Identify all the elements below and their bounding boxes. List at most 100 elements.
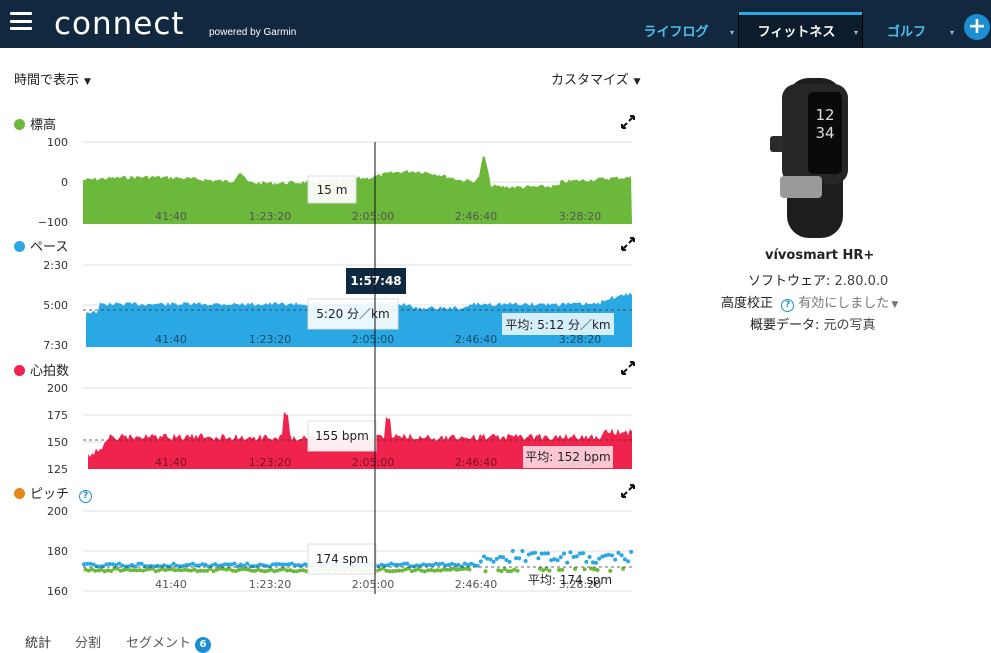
elevation-tooltip-text: 15 m [317, 183, 348, 197]
software-row: ソフトウェア: 2.80.0.0 [748, 270, 888, 289]
cadence-point [533, 550, 538, 555]
heart-rate-tooltip-text: 155 bpm [315, 429, 369, 443]
cadence-point [562, 551, 566, 556]
device-screen-minute: 34 [815, 124, 834, 142]
cadence-point [501, 555, 506, 560]
cadence-point [582, 567, 587, 572]
cadence-point [109, 569, 114, 573]
summary-row: 概要データ: 元の写真 [750, 314, 876, 333]
tab-fitness[interactable]: フィットネス ▾ [739, 12, 862, 48]
x-tick-label: 2:46:40 [455, 456, 497, 469]
segments-count-badge: 6 [195, 637, 212, 653]
y-tick-label: 100 [47, 136, 68, 149]
x-tick-label: 2:05:00 [352, 578, 394, 591]
cadence-point [515, 568, 520, 573]
tab-splits[interactable]: 分割 [75, 632, 101, 651]
x-tick-label: 41:40 [155, 578, 187, 591]
x-tick-label: 2:46:40 [455, 578, 497, 591]
cadence-point [560, 567, 565, 572]
cadence-point [574, 554, 579, 559]
heart-rate-average-text: 平均: 152 bpm [525, 450, 611, 464]
chevron-down-icon[interactable]: ▾ [950, 15, 954, 51]
cadence-tooltip-text: 174 spm [316, 552, 368, 566]
x-tick-label: 1:23:20 [249, 456, 291, 469]
x-tick-label: 3:28:20 [559, 210, 601, 223]
cadence-point [573, 566, 578, 571]
summary-value: 元の写真 [823, 318, 876, 333]
cadence-point [488, 557, 493, 562]
activity-charts[interactable]: 100 0 −100 41:40 1:23:20 2:05:00 2:46:40… [0, 0, 640, 620]
x-tick-label: 2:46:40 [455, 210, 497, 223]
y-tick-label: 160 [47, 585, 68, 598]
device-image: 12 34 [770, 78, 848, 238]
help-icon[interactable]: ? [781, 299, 795, 312]
cadence-point [133, 564, 138, 569]
cadence-point [619, 553, 624, 558]
tab-golf-label: ゴルフ [886, 25, 926, 40]
cadence-point [546, 551, 550, 556]
tab-segments-label: セグメント [126, 636, 192, 651]
device-name: vívosmart HR+ [765, 248, 875, 263]
cadence-point [587, 555, 592, 559]
altitude-value: 有効にしました [798, 296, 890, 311]
chevron-down-icon[interactable]: ▾ [730, 15, 734, 51]
x-tick-label: 2:05:00 [352, 333, 394, 346]
cursor-time-text: 1:57:48 [350, 274, 401, 288]
x-tick-label: 1:23:20 [249, 333, 291, 346]
cadence-point [467, 567, 472, 572]
cadence-point [491, 559, 496, 564]
cadence-chart: 200 180 160 41:40 1:23:20 2:05:00 2:46:4… [47, 505, 634, 598]
device-buckle [780, 176, 822, 198]
cadence-point [245, 561, 250, 566]
chevron-down-icon[interactable]: ▾ [854, 15, 858, 51]
summary-label: 概要データ: [750, 318, 820, 333]
x-tick-label: 41:40 [155, 210, 187, 223]
cadence-point [478, 559, 483, 564]
pace-chart: 2:30 5:00 7:30 41:40 1:23:20 2:05:00 2:4… [43, 259, 632, 352]
cadence-point [629, 549, 634, 554]
cadence-point [523, 559, 528, 563]
y-tick-label: 200 [47, 382, 68, 395]
cadence-point [520, 549, 525, 553]
cadence-point [616, 550, 621, 555]
y-tick-label: 125 [47, 463, 68, 476]
x-tick-label: 1:23:20 [249, 578, 291, 591]
altitude-value-dropdown[interactable]: 有効にしました ▼ [798, 296, 898, 311]
tab-fitness-label: フィットネス [757, 25, 836, 40]
y-tick-label: 150 [47, 436, 68, 449]
heart-rate-chart: 200 175 150 125 41:40 1:23:20 2:05:00 2:… [47, 382, 632, 476]
cadence-point [555, 558, 560, 563]
tab-stats[interactable]: 統計 [25, 632, 51, 651]
cadence-point [568, 550, 573, 555]
cadence-point [517, 556, 522, 561]
software-value: 2.80.0.0 [834, 274, 889, 289]
tab-segments[interactable]: セグメント 6 [126, 632, 212, 653]
tab-golf[interactable]: ゴルフ ▾ [863, 12, 958, 48]
y-tick-label: −100 [38, 216, 68, 229]
cadence-point [232, 561, 237, 566]
cadence-point [584, 559, 589, 564]
cadence-point [139, 561, 144, 566]
cadence-point [536, 556, 541, 561]
y-tick-label: 7:30 [43, 339, 68, 352]
x-tick-label: 2:05:00 [352, 456, 394, 469]
cadence-point [565, 560, 570, 565]
cadence-point [626, 559, 630, 564]
altitude-row: 高度校正 ? 有効にしました ▼ [721, 292, 898, 312]
cadence-point [581, 551, 586, 556]
add-button[interactable]: + [964, 14, 990, 40]
caret-down-icon: ▼ [891, 300, 899, 310]
altitude-label: 高度校正 [721, 296, 774, 311]
cadence-point [507, 559, 512, 564]
device-button [770, 136, 784, 152]
tab-lifelog-label: ライフログ [643, 25, 709, 40]
device-screen-hour: 12 [815, 106, 834, 124]
cadence-point [595, 568, 600, 572]
cadence-point [483, 569, 488, 574]
elevation-chart: 100 0 −100 41:40 1:23:20 2:05:00 2:46:40… [38, 136, 632, 229]
y-tick-label: 175 [47, 409, 68, 422]
y-tick-label: 5:00 [43, 299, 68, 312]
x-tick-label: 2:05:00 [352, 210, 394, 223]
y-tick-label: 180 [47, 545, 68, 558]
y-tick-label: 2:30 [43, 259, 68, 272]
